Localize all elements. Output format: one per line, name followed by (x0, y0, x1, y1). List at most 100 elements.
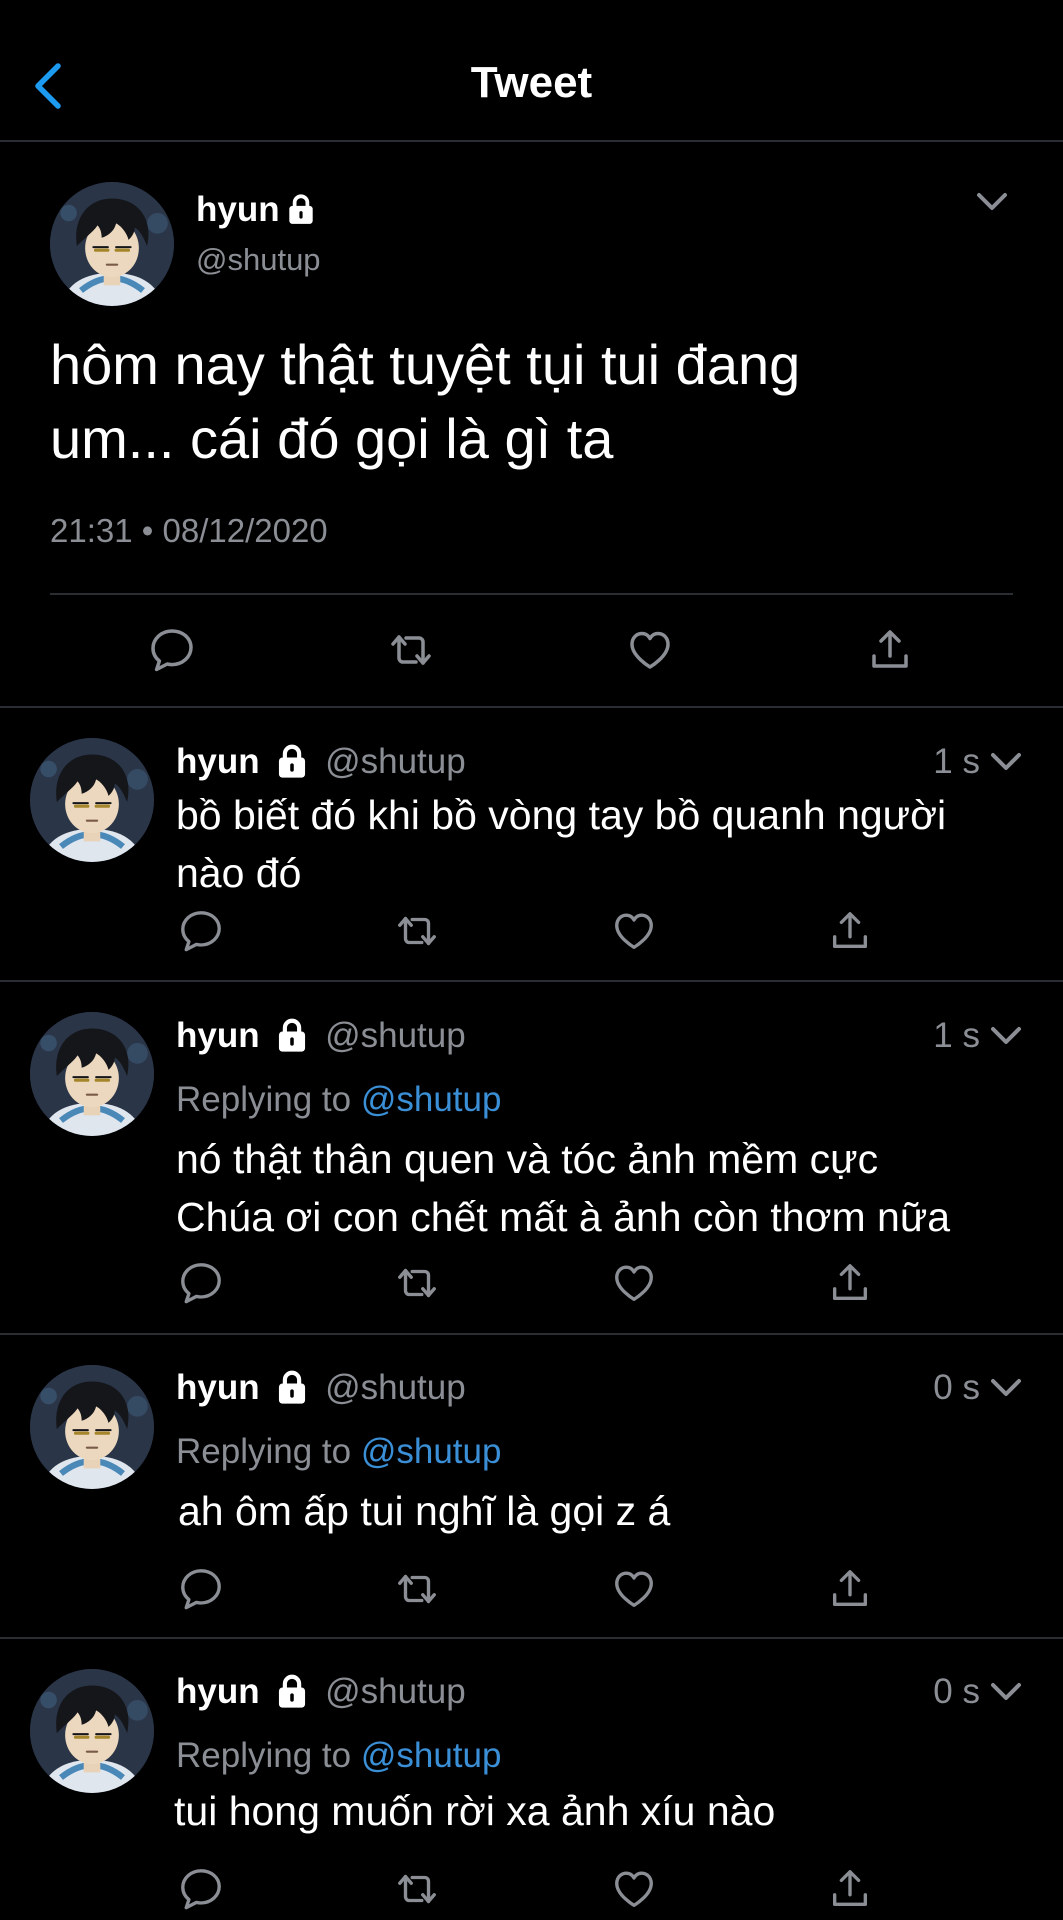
avatar[interactable] (30, 1669, 154, 1793)
tweet-text-line: um... cái đó gọi là gì ta (50, 407, 614, 470)
reply-text-line: ah ôm ấp tui nghĩ là gọi z á (178, 1488, 671, 1534)
reply-button[interactable] (178, 1260, 224, 1306)
share-button[interactable] (827, 1866, 873, 1912)
reply-text-line: nào đó (176, 850, 302, 896)
reply-button[interactable] (178, 1566, 224, 1612)
heart-icon (611, 908, 657, 954)
retweet-icon (394, 1260, 440, 1306)
like-button[interactable] (611, 908, 657, 954)
replying-to-label: Replying to (176, 1432, 352, 1471)
retweet-button[interactable] (387, 626, 435, 674)
profile-picture (30, 1669, 154, 1793)
share-button[interactable] (827, 1260, 873, 1306)
replying-to-handle[interactable]: @shutup (361, 1080, 502, 1119)
reply-icon (178, 908, 224, 954)
reply-button[interactable] (178, 908, 224, 954)
reply-header: hyun @shutup (176, 1670, 466, 1714)
reply-text: bồ biết đó khi bồ vòng tay bồ quanh ngườ… (176, 786, 946, 902)
more-options-button[interactable] (986, 1016, 1026, 1056)
profile-picture (30, 1012, 154, 1136)
replying-to: Replying to @shutup (176, 1078, 501, 1122)
reply-icon (178, 1260, 224, 1306)
time: 21:31 (50, 512, 133, 549)
retweet-button[interactable] (394, 1566, 440, 1612)
avatar[interactable] (30, 1365, 154, 1489)
retweet-button[interactable] (394, 908, 440, 954)
reply-button[interactable] (148, 626, 196, 674)
chevron-down-icon (972, 182, 1012, 222)
share-button[interactable] (827, 1566, 873, 1612)
share-icon (827, 1260, 873, 1306)
retweet-icon (387, 626, 435, 674)
like-button[interactable] (626, 626, 674, 674)
avatar[interactable] (30, 1012, 154, 1136)
heart-icon (611, 1260, 657, 1306)
date: 08/12/2020 (162, 512, 328, 549)
chevron-down-icon (986, 742, 1026, 782)
reply-text-line: nó thật thân quen và tóc ảnh mềm cực (176, 1136, 879, 1182)
retweet-icon (394, 1866, 440, 1912)
share-icon (827, 1866, 873, 1912)
heart-icon (611, 1866, 657, 1912)
share-button[interactable] (866, 626, 914, 674)
profile-picture (30, 1365, 154, 1489)
share-button[interactable] (827, 908, 873, 954)
display-name[interactable]: hyun (176, 1672, 260, 1711)
lock-icon (284, 192, 318, 226)
lock-icon (273, 1368, 311, 1406)
divider (0, 706, 1063, 708)
reply-text-line: Chúa ơi con chết mất à ảnh còn thơm nữa (176, 1194, 951, 1240)
retweet-icon (394, 1566, 440, 1612)
lock-icon (273, 742, 311, 780)
profile-picture (30, 738, 154, 862)
username[interactable]: @shutup (325, 1368, 466, 1407)
retweet-button[interactable] (394, 1260, 440, 1306)
retweet-icon (394, 908, 440, 954)
reply-button[interactable] (178, 1866, 224, 1912)
display-name[interactable]: hyun (176, 1016, 260, 1055)
avatar[interactable] (50, 182, 174, 306)
display-name[interactable]: hyun (196, 190, 280, 229)
display-name[interactable]: hyun (176, 1368, 260, 1407)
divider (0, 1637, 1063, 1639)
reply-text: tui hong muốn rời xa ảnh xíu nào (174, 1782, 775, 1840)
avatar[interactable] (30, 738, 154, 862)
reply-text-line: bồ biết đó khi bồ vòng tay bồ quanh ngườ… (176, 792, 947, 838)
replying-to-handle[interactable]: @shutup (361, 1736, 502, 1775)
more-options-button[interactable] (972, 182, 1012, 222)
reply-time: 1 s (933, 1016, 980, 1055)
share-icon (827, 908, 873, 954)
like-button[interactable] (611, 1260, 657, 1306)
replying-to-label: Replying to (176, 1736, 352, 1775)
username[interactable]: @shutup (325, 742, 466, 781)
like-button[interactable] (611, 1566, 657, 1612)
replying-to: Replying to @shutup (176, 1430, 501, 1474)
reply-header: hyun @shutup (176, 1014, 466, 1058)
divider (0, 1333, 1063, 1335)
reply-time: 1 s (933, 742, 980, 781)
lock-icon (273, 1016, 311, 1054)
reply-time: 0 s (933, 1368, 980, 1407)
more-options-button[interactable] (986, 1368, 1026, 1408)
reply-header: hyun @shutup (176, 740, 466, 784)
username[interactable]: @shutup (325, 1016, 466, 1055)
more-options-button[interactable] (986, 742, 1026, 782)
retweet-button[interactable] (394, 1866, 440, 1912)
reply-icon (178, 1566, 224, 1612)
more-options-button[interactable] (986, 1672, 1026, 1712)
display-name[interactable]: hyun (176, 742, 260, 781)
reply-header: hyun @shutup (176, 1366, 466, 1410)
divider (50, 593, 1013, 595)
timestamp: 21:31 • 08/12/2020 (50, 510, 328, 552)
username[interactable]: @shutup (196, 240, 321, 280)
profile-picture (50, 182, 174, 306)
reply-icon (178, 1866, 224, 1912)
separator: • (141, 512, 154, 549)
username[interactable]: @shutup (325, 1672, 466, 1711)
divider (0, 980, 1063, 982)
replying-to-handle[interactable]: @shutup (361, 1432, 502, 1471)
chevron-down-icon (986, 1016, 1026, 1056)
replying-to-label: Replying to (176, 1080, 352, 1119)
like-button[interactable] (611, 1866, 657, 1912)
share-icon (866, 626, 914, 674)
